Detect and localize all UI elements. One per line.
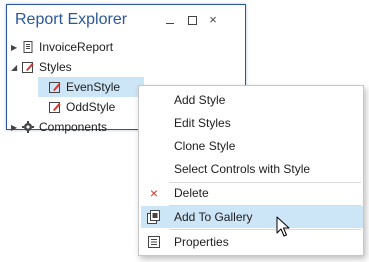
menu-separator [169, 229, 361, 230]
styles-icon [21, 60, 35, 74]
context-menu: Add Style Edit Styles Clone Style Select… [138, 85, 364, 256]
report-icon [21, 40, 35, 54]
panel-title: Report Explorer [15, 11, 128, 28]
tree-item-oddstyle[interactable]: OddStyle [48, 97, 115, 117]
minimize-button[interactable] [163, 13, 177, 27]
tree-item-label: InvoiceReport [39, 40, 114, 54]
menu-item-clone-style[interactable]: Clone Style [141, 135, 363, 157]
menu-item-select-controls[interactable]: Select Controls with Style [141, 158, 363, 180]
tree-item-label: OddStyle [66, 100, 116, 114]
properties-icon [147, 235, 161, 249]
menu-item-add-style[interactable]: Add Style [141, 89, 363, 111]
collapse-arrow-icon[interactable]: ◢ [11, 63, 21, 72]
tree-item-evenstyle[interactable]: EvenStyle [48, 77, 120, 97]
maximize-button[interactable] [185, 13, 199, 27]
tree-item-components[interactable]: ▶ Components [11, 117, 107, 137]
menu-item-label: Add To Gallery [174, 210, 253, 224]
expand-arrow-icon[interactable]: ▶ [11, 123, 21, 132]
menu-item-label: Properties [174, 235, 229, 249]
tree-item-label: Components [39, 120, 108, 134]
close-button[interactable]: × [206, 13, 220, 27]
tree-item-label: EvenStyle [66, 80, 121, 94]
gallery-icon [147, 210, 161, 224]
menu-item-label: Select Controls with Style [174, 162, 311, 176]
menu-item-label: Edit Styles [174, 116, 231, 130]
menu-item-add-to-gallery[interactable]: Add To Gallery [141, 206, 363, 228]
style-icon [48, 80, 62, 94]
menu-item-label: Clone Style [174, 139, 236, 153]
menu-item-edit-styles[interactable]: Edit Styles [141, 112, 363, 134]
delete-icon: × [149, 185, 159, 201]
style-icon [48, 100, 62, 114]
menu-item-properties[interactable]: Properties [141, 231, 363, 253]
tree-item-styles[interactable]: ◢ Styles [11, 57, 72, 77]
tree-item-label: Styles [39, 60, 72, 74]
menu-item-delete[interactable]: × Delete [141, 182, 363, 204]
expand-arrow-icon[interactable]: ▶ [11, 43, 21, 52]
tree-item-invoicereport[interactable]: ▶ InvoiceReport [11, 37, 113, 57]
gear-icon [21, 120, 35, 134]
menu-item-label: Delete [174, 186, 209, 200]
menu-item-label: Add Style [174, 93, 226, 107]
mouse-cursor-icon [276, 216, 290, 238]
